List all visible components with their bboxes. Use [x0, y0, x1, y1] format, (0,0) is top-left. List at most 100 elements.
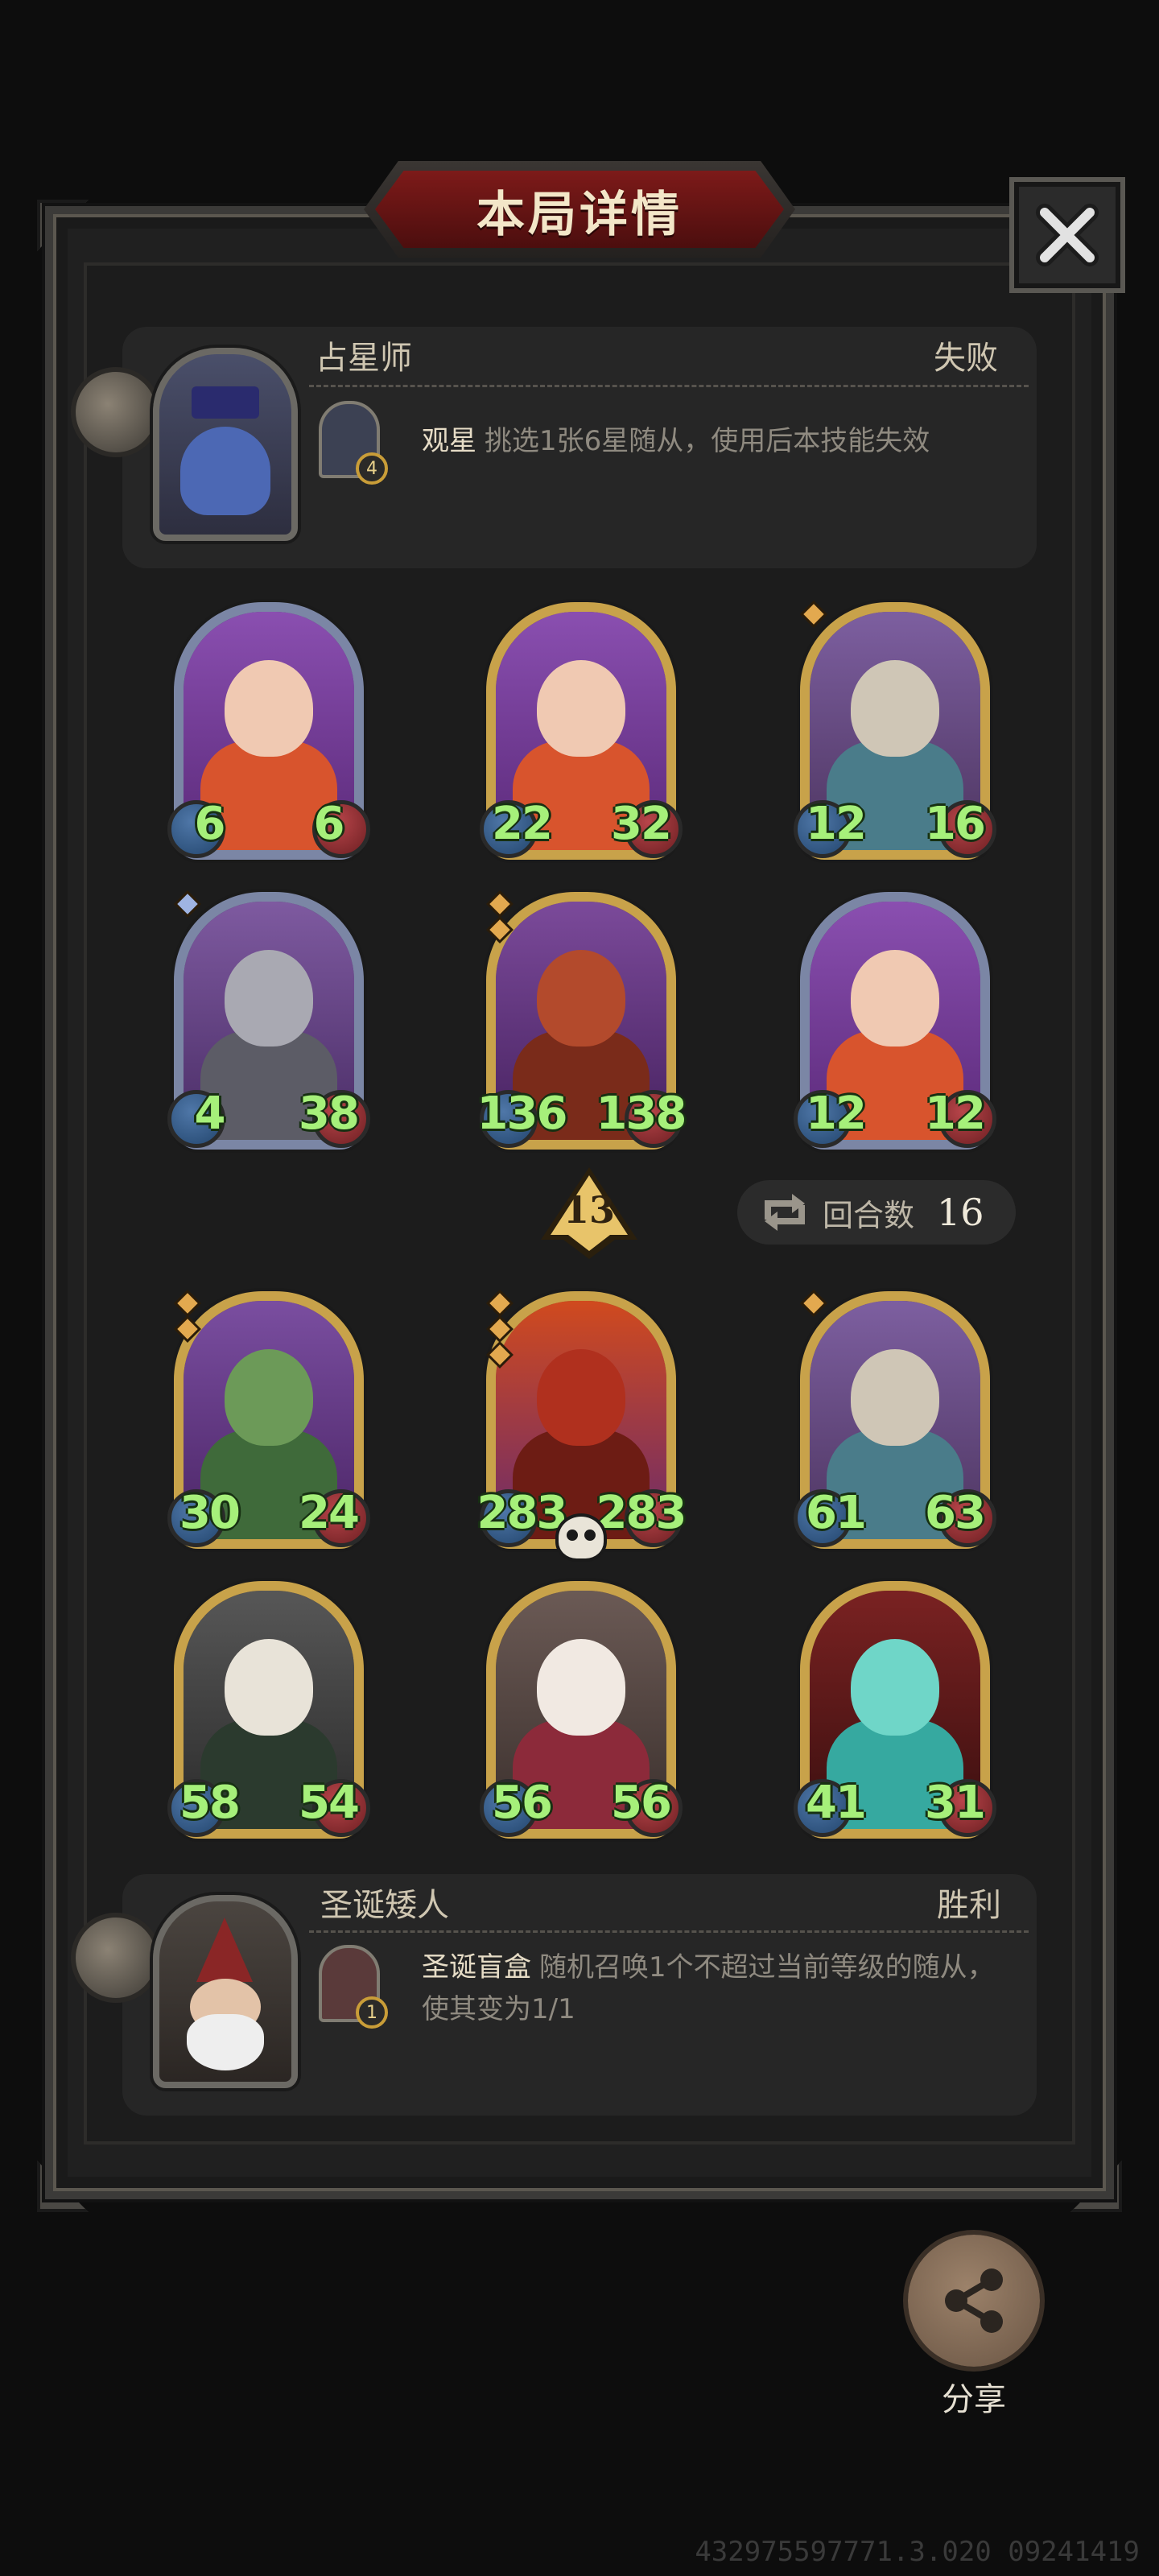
star-icon [489, 919, 510, 940]
attack-value: 61 [806, 1487, 867, 1539]
skill-name: 圣诞盲盒 [422, 1951, 531, 1984]
player-minion-card[interactable]: 283 283 [477, 1291, 687, 1558]
skill-level-badge: 4 [356, 452, 388, 485]
minion-head [851, 950, 939, 1046]
star-icon [177, 894, 198, 914]
tier-badge: 13 [538, 1164, 641, 1262]
pocket-watch-icon [71, 367, 161, 457]
top-hat-icon [192, 386, 259, 419]
opponent-hero-name: 占星师 [316, 340, 412, 377]
divider [309, 1930, 1029, 1933]
opponent-hero-portrait[interactable] [153, 348, 298, 541]
star-rating [489, 1293, 510, 1373]
attack-value: 22 [492, 798, 553, 850]
attack-value: 30 [179, 1487, 241, 1539]
minion-head [225, 660, 313, 757]
star-rating [803, 1293, 824, 1322]
opponent-minion-card[interactable]: 66 [167, 602, 370, 860]
attack-value: 4 [194, 1088, 226, 1140]
refresh-icon [765, 1194, 805, 1231]
opponent-minion-card[interactable]: 136 138 [477, 892, 687, 1150]
player-minion-card[interactable]: 41 31 [794, 1581, 996, 1839]
pocket-watch-icon [71, 1913, 161, 2003]
health-value: 6 [313, 798, 345, 850]
player-hero-name: 圣诞矮人 [320, 1887, 449, 1924]
minion-head [851, 660, 939, 757]
minion-head [537, 1639, 625, 1736]
star-rating [803, 604, 824, 633]
player-minion-card[interactable]: 61 63 [794, 1291, 996, 1549]
attack-value: 41 [806, 1777, 867, 1829]
minion-head [851, 1349, 939, 1446]
star-icon [489, 1319, 510, 1340]
player-hero-portrait[interactable] [153, 1895, 298, 2088]
star-icon [803, 604, 824, 625]
player-minion-card[interactable]: 56 56 [480, 1581, 683, 1839]
player-minion-card[interactable]: 58 54 [167, 1581, 370, 1839]
minion-head [225, 950, 313, 1046]
attack-value: 58 [179, 1777, 241, 1829]
skull-icon [559, 1517, 604, 1558]
attack-value: 12 [806, 798, 867, 850]
minion-head [537, 660, 625, 757]
star-icon [489, 894, 510, 914]
opponent-minion-card[interactable]: 12 16 [794, 602, 996, 860]
star-icon [489, 1293, 510, 1314]
page-title: 本局详情 [476, 187, 683, 243]
minion-head [225, 1639, 313, 1736]
opponent-minion-card[interactable]: 22 32 [480, 602, 683, 860]
attack-value: 56 [492, 1777, 553, 1829]
skill-name: 观星 [422, 425, 476, 457]
health-value: 138 [596, 1088, 687, 1140]
gnome-hat-icon [196, 1918, 253, 1982]
star-rating [489, 894, 510, 948]
health-value: 32 [611, 798, 672, 850]
minion-head [851, 1639, 939, 1736]
health-value: 54 [299, 1777, 360, 1829]
star-rating [177, 894, 198, 923]
opponent-skill-text: 观星 挑选1张6星随从，使用后本技能失效 [422, 420, 1017, 462]
share-button[interactable] [908, 2235, 1040, 2367]
rounds-value: 16 [937, 1191, 984, 1234]
star-icon [803, 1293, 824, 1314]
rounds-pill: 回合数 16 [737, 1180, 1016, 1245]
tier-value: 13 [563, 1188, 615, 1232]
skill-level-badge: 1 [356, 1996, 388, 2029]
player-minion-card[interactable]: 30 24 [167, 1291, 370, 1549]
rounds-label: 回合数 [823, 1197, 915, 1233]
opponent-skill-icon[interactable]: 4 [319, 401, 388, 485]
health-value: 24 [299, 1487, 360, 1539]
star-icon [177, 1319, 198, 1340]
attack-value: 136 [476, 1088, 568, 1140]
minion-head [537, 950, 625, 1046]
star-icon [177, 1293, 198, 1314]
health-value: 31 [925, 1777, 986, 1829]
health-value: 38 [299, 1088, 360, 1140]
share-label: 分享 [942, 2381, 1006, 2418]
health-value: 56 [611, 1777, 672, 1829]
health-value: 16 [925, 798, 986, 850]
player-result: 胜利 [937, 1887, 1001, 1924]
attack-value: 6 [194, 798, 226, 850]
health-value: 63 [925, 1487, 986, 1539]
opponent-minion-card[interactable]: 12 12 [794, 892, 996, 1150]
share-icon [945, 2268, 1003, 2333]
beard-icon [187, 2014, 264, 2070]
attack-value: 12 [806, 1088, 867, 1140]
health-value: 12 [925, 1088, 986, 1140]
divider [309, 385, 1029, 387]
title-banner: 本局详情 [364, 161, 795, 258]
opponent-result: 失败 [934, 340, 998, 377]
player-skill-text: 圣诞盲盒 随机召唤1个不超过当前等级的随从，使其变为1/1 [422, 1946, 1017, 2030]
star-rating [177, 1293, 198, 1348]
close-icon [1036, 204, 1099, 266]
player-skill-icon[interactable]: 1 [319, 1945, 388, 2029]
hero-face-icon [180, 427, 270, 515]
opponent-minion-card[interactable]: 4 38 [167, 892, 370, 1150]
close-button[interactable] [1009, 177, 1125, 293]
star-icon [489, 1344, 510, 1365]
skill-description: 挑选1张6星随从，使用后本技能失效 [485, 425, 930, 457]
build-id-text: 432975597771.3.020 09241419 [695, 2536, 1140, 2568]
minion-head [537, 1349, 625, 1446]
minion-head [225, 1349, 313, 1446]
